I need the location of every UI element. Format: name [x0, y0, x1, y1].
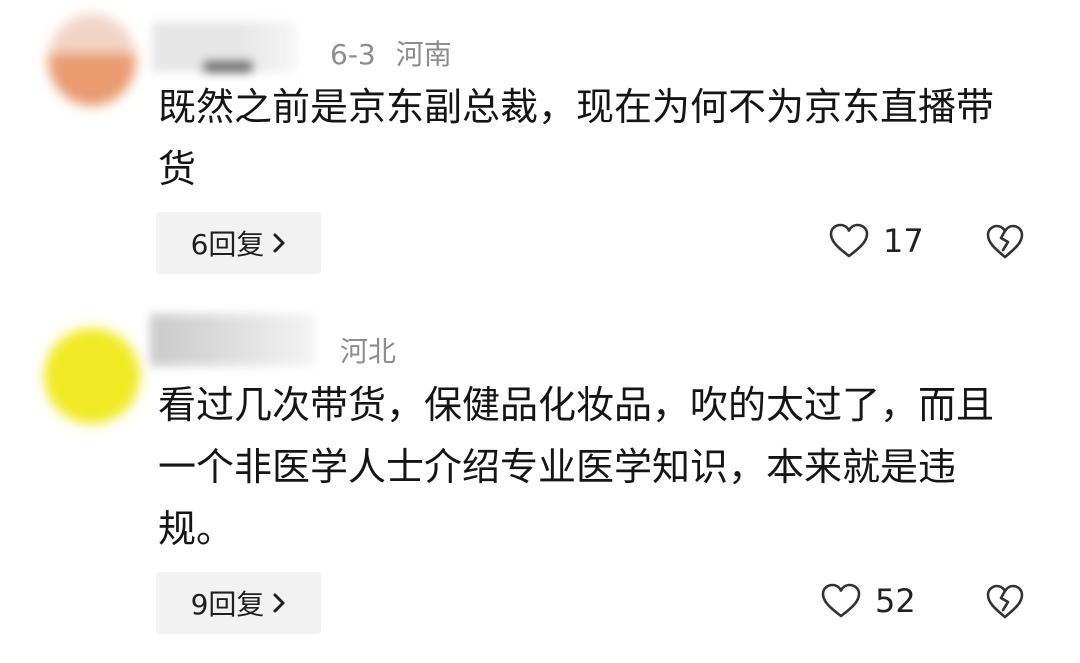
comment-meta: 河北: [340, 330, 396, 370]
reply-count-label: 9回复: [190, 588, 265, 621]
heart-outline-icon: [821, 583, 861, 618]
like-count: 52: [875, 582, 916, 620]
chevron-right-icon: [273, 593, 285, 613]
avatar[interactable]: [48, 14, 136, 106]
like-button[interactable]: 17: [829, 222, 924, 260]
username-redacted[interactable]: [150, 314, 315, 366]
username-redacted[interactable]: [152, 22, 297, 72]
heart-outline-icon: [829, 223, 869, 258]
chevron-right-icon: [273, 233, 285, 253]
view-replies-button[interactable]: 9回复: [156, 572, 321, 634]
like-button[interactable]: 52: [821, 582, 916, 620]
comment-date: 6-3: [330, 38, 376, 71]
comment-location: 河北: [340, 335, 397, 368]
comment-location: 河南: [395, 38, 452, 71]
comment-item: 6-3 河南 既然之前是京东副总裁，现在为何不为京东直播带货 6回复 17: [0, 0, 1080, 300]
avatar[interactable]: [44, 328, 140, 424]
comment-text: 看过几次带货，保健品化妆品，吹的太过了，而且一个非医学人士介绍专业医学知识，本来…: [158, 383, 995, 551]
comment-text: 既然之前是京东副总裁，现在为何不为京东直播带货: [158, 85, 995, 191]
comment-meta: 6-3 河南: [330, 33, 452, 73]
reply-count-label: 6回复: [190, 228, 265, 261]
view-replies-button[interactable]: 6回复: [156, 212, 321, 274]
broken-heart-icon[interactable]: [986, 224, 1024, 260]
broken-heart-icon[interactable]: [986, 584, 1024, 620]
like-count: 17: [883, 222, 924, 260]
comment-item: 河北 看过几次带货，保健品化妆品，吹的太过了，而且一个非医学人士介绍专业医学知识…: [0, 300, 1080, 663]
